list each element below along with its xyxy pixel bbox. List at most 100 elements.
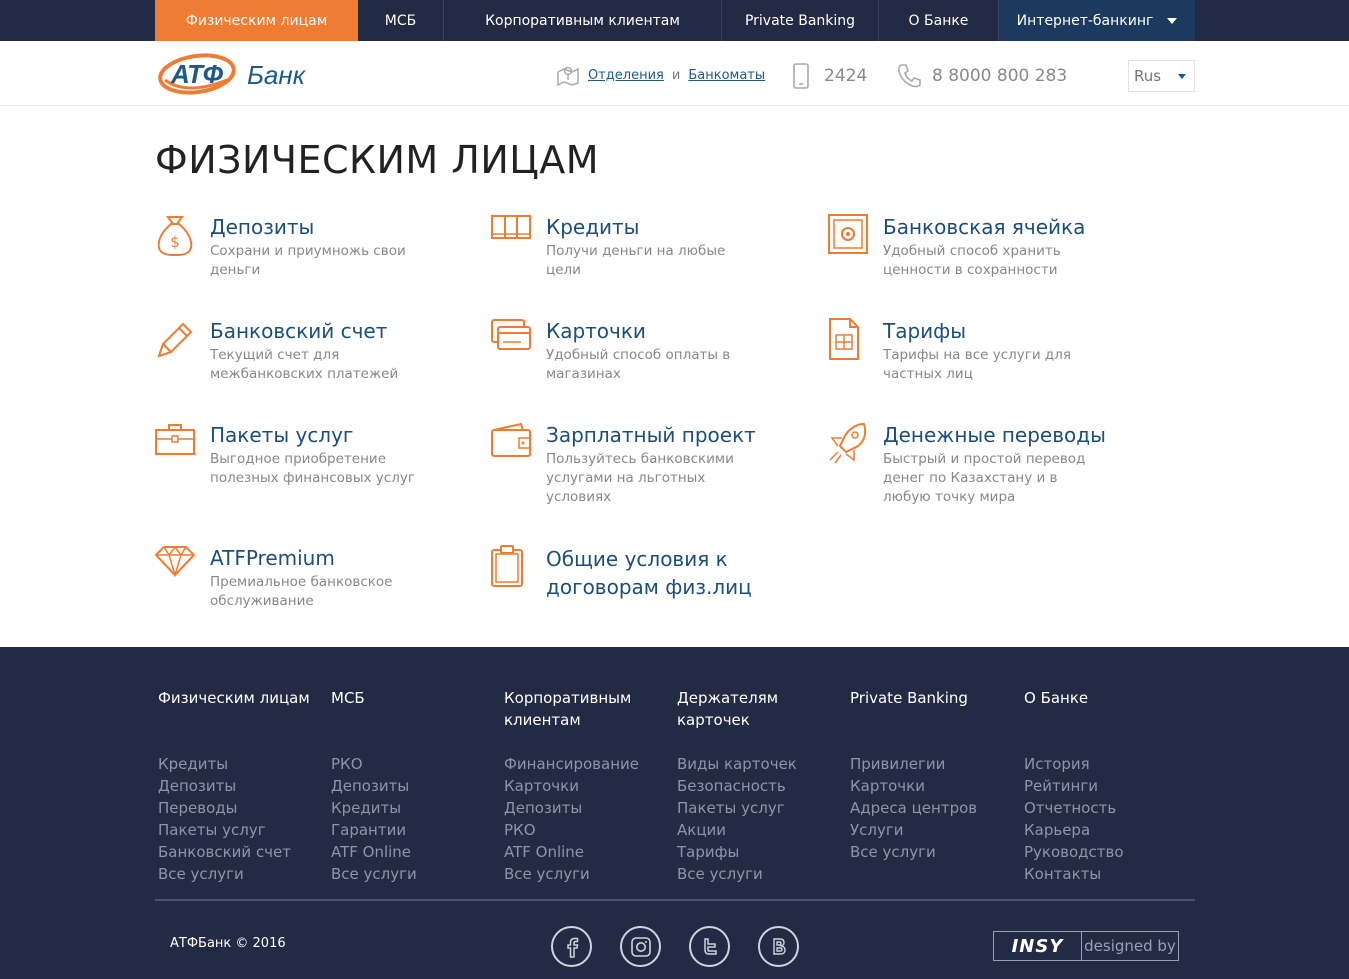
footer-link[interactable]: Переводы bbox=[158, 797, 310, 819]
logo-text-bank: Банк bbox=[247, 60, 307, 90]
nav-internet-banking[interactable]: Интернет-банкинг bbox=[999, 0, 1195, 41]
mobile-phone-icon bbox=[793, 63, 809, 89]
nav-individuals[interactable]: Физическим лицам bbox=[155, 0, 358, 41]
service-title: Зарплатный проект bbox=[546, 423, 756, 447]
footer-column-cardholders: Держателям карточек Виды карточек Безопа… bbox=[677, 687, 797, 885]
footer-link[interactable]: Адреса центров bbox=[850, 797, 977, 819]
footer-column-heading[interactable]: Физическим лицам bbox=[158, 687, 310, 739]
nav-internet-banking-label: Интернет-банкинг bbox=[1016, 12, 1154, 29]
insy-logo: INSY bbox=[994, 932, 1082, 960]
footer-link[interactable]: Тарифы bbox=[677, 841, 797, 863]
atms-link[interactable]: Банкоматы bbox=[688, 68, 765, 83]
footer-column-about-bank: О Банке История Рейтинги Отчетность Карь… bbox=[1024, 687, 1124, 885]
cards-icon bbox=[491, 319, 531, 350]
footer-link[interactable]: РКО bbox=[331, 753, 417, 775]
top-navigation-bar: Физическим лицам МСБ Корпоративным клиен… bbox=[0, 0, 1349, 41]
footer-link[interactable]: Гарантии bbox=[331, 819, 417, 841]
footer-column-heading[interactable]: О Банке bbox=[1024, 687, 1124, 739]
footer-column-heading[interactable]: Private Banking bbox=[850, 687, 977, 739]
footer-link[interactable]: Все услуги bbox=[677, 863, 797, 885]
atf-bank-logo[interactable]: АТФ Банк bbox=[157, 50, 317, 98]
footer-link[interactable]: Все услуги bbox=[504, 863, 644, 885]
designed-by-text: designed by bbox=[1084, 937, 1176, 955]
footer-link[interactable]: Депозиты bbox=[504, 797, 644, 819]
nav-private-banking[interactable]: Private Banking bbox=[722, 0, 879, 41]
svg-text:$: $ bbox=[170, 233, 180, 251]
twitter-icon[interactable] bbox=[689, 926, 730, 967]
footer-link[interactable]: Привилегии bbox=[850, 753, 977, 775]
service-description: Удобный способ хранить ценности в сохран… bbox=[883, 243, 1061, 278]
footer-link[interactable]: История bbox=[1024, 753, 1124, 775]
insy-designer-badge[interactable]: INSY designed by bbox=[993, 931, 1179, 961]
instagram-icon[interactable] bbox=[620, 926, 661, 967]
long-phone-number: 8 8000 800 283 bbox=[932, 66, 1068, 86]
service-description: Удобный способ оплаты в магазинах bbox=[546, 347, 731, 382]
footer-column-private-banking: Private Banking Привилегии Карточки Адре… bbox=[850, 687, 977, 863]
service-description: Сохрани и приумножь свои деньги bbox=[210, 243, 406, 278]
footer-link[interactable]: Пакеты услуг bbox=[677, 797, 797, 819]
footer-column-corporate: Корпоративным клиентам Финансирование Ка… bbox=[504, 687, 644, 885]
nav-about-bank[interactable]: О Банке bbox=[879, 0, 999, 41]
social-links bbox=[551, 926, 799, 967]
footer-link[interactable]: Акции bbox=[677, 819, 797, 841]
service-title: Карточки bbox=[546, 319, 646, 343]
service-description: Выгодное приобретение полезных финансовы… bbox=[210, 451, 415, 486]
nav-smb[interactable]: МСБ bbox=[358, 0, 444, 41]
service-description: Текущий счет для межбанковских платежей bbox=[210, 347, 399, 382]
footer-link[interactable]: Контакты bbox=[1024, 863, 1124, 885]
footer-link[interactable]: Карточки bbox=[850, 775, 977, 797]
page-title: ФИЗИЧЕСКИМ ЛИЦАМ bbox=[155, 138, 600, 182]
footer-column-heading[interactable]: МСБ bbox=[331, 687, 417, 739]
short-phone-number: 2424 bbox=[824, 66, 868, 86]
footer-link[interactable]: Кредиты bbox=[331, 797, 417, 819]
vk-icon[interactable] bbox=[758, 926, 799, 967]
footer-link[interactable]: Пакеты услуг bbox=[158, 819, 310, 841]
map-pin-icon bbox=[557, 66, 579, 86]
book-icon bbox=[491, 215, 531, 239]
service-title: Депозиты bbox=[210, 215, 315, 239]
clipboard-icon bbox=[491, 545, 523, 587]
footer-link[interactable]: Руководство bbox=[1024, 841, 1124, 863]
footer-link[interactable]: Карточки bbox=[504, 775, 644, 797]
phone-handset-icon bbox=[897, 64, 921, 88]
footer-column-heading[interactable]: Корпоративным клиентам bbox=[504, 687, 644, 739]
footer-link[interactable]: Безопасность bbox=[677, 775, 797, 797]
footer-link[interactable]: Рейтинги bbox=[1024, 775, 1124, 797]
footer-link[interactable]: Депозиты bbox=[331, 775, 417, 797]
footer-link[interactable]: ATF Online bbox=[504, 841, 644, 863]
footer-link[interactable]: Карьера bbox=[1024, 819, 1124, 841]
branches-and-text: и bbox=[671, 67, 681, 83]
language-select[interactable]: Rus bbox=[1128, 60, 1195, 92]
branches-atms-links: Отделения и Банкоматы bbox=[556, 64, 765, 86]
footer-link[interactable]: Финансирование bbox=[504, 753, 644, 775]
service-title: Тарифы bbox=[883, 319, 967, 343]
footer-column-heading[interactable]: Держателям карточек bbox=[677, 687, 787, 739]
diamond-icon bbox=[155, 545, 195, 578]
footer-link[interactable]: РКО bbox=[504, 819, 644, 841]
long-phone[interactable]: 8 8000 800 283 bbox=[896, 63, 1067, 89]
footer-link[interactable]: Виды карточек bbox=[677, 753, 797, 775]
short-phone[interactable]: 2424 bbox=[792, 63, 867, 89]
nav-corporate[interactable]: Корпоративным клиентам bbox=[444, 0, 722, 41]
money-bag-icon: $ bbox=[157, 216, 193, 256]
footer-link[interactable]: Банковский счет bbox=[158, 841, 310, 863]
logo-text-atf: АТФ bbox=[170, 59, 224, 89]
top-nav: Физическим лицам МСБ Корпоративным клиен… bbox=[155, 0, 1195, 41]
service-description: Пользуйтесь банковскими услугами на льго… bbox=[546, 451, 734, 505]
facebook-icon[interactable] bbox=[551, 926, 592, 967]
safe-icon bbox=[828, 214, 868, 254]
service-description: Премиальное банковское обслуживание bbox=[210, 574, 393, 609]
footer-link[interactable]: Все услуги bbox=[331, 863, 417, 885]
footer-link[interactable]: ATF Online bbox=[331, 841, 417, 863]
footer-link[interactable]: Депозиты bbox=[158, 775, 310, 797]
service-description: Быстрый и простой перевод денег по Казах… bbox=[883, 451, 1086, 505]
footer-link[interactable]: Все услуги bbox=[158, 863, 310, 885]
footer-link[interactable]: Отчетность bbox=[1024, 797, 1124, 819]
service-title: Пакеты услуг bbox=[210, 423, 354, 447]
footer-link[interactable]: Услуги bbox=[850, 819, 977, 841]
footer-link[interactable]: Кредиты bbox=[158, 753, 310, 775]
footer-link[interactable]: Все услуги bbox=[850, 841, 977, 863]
site-header: АТФ Банк Отделения и Банкоматы 2424 8 80… bbox=[0, 41, 1349, 106]
branches-link[interactable]: Отделения bbox=[588, 68, 664, 83]
service-title: Денежные переводы bbox=[883, 423, 1106, 447]
